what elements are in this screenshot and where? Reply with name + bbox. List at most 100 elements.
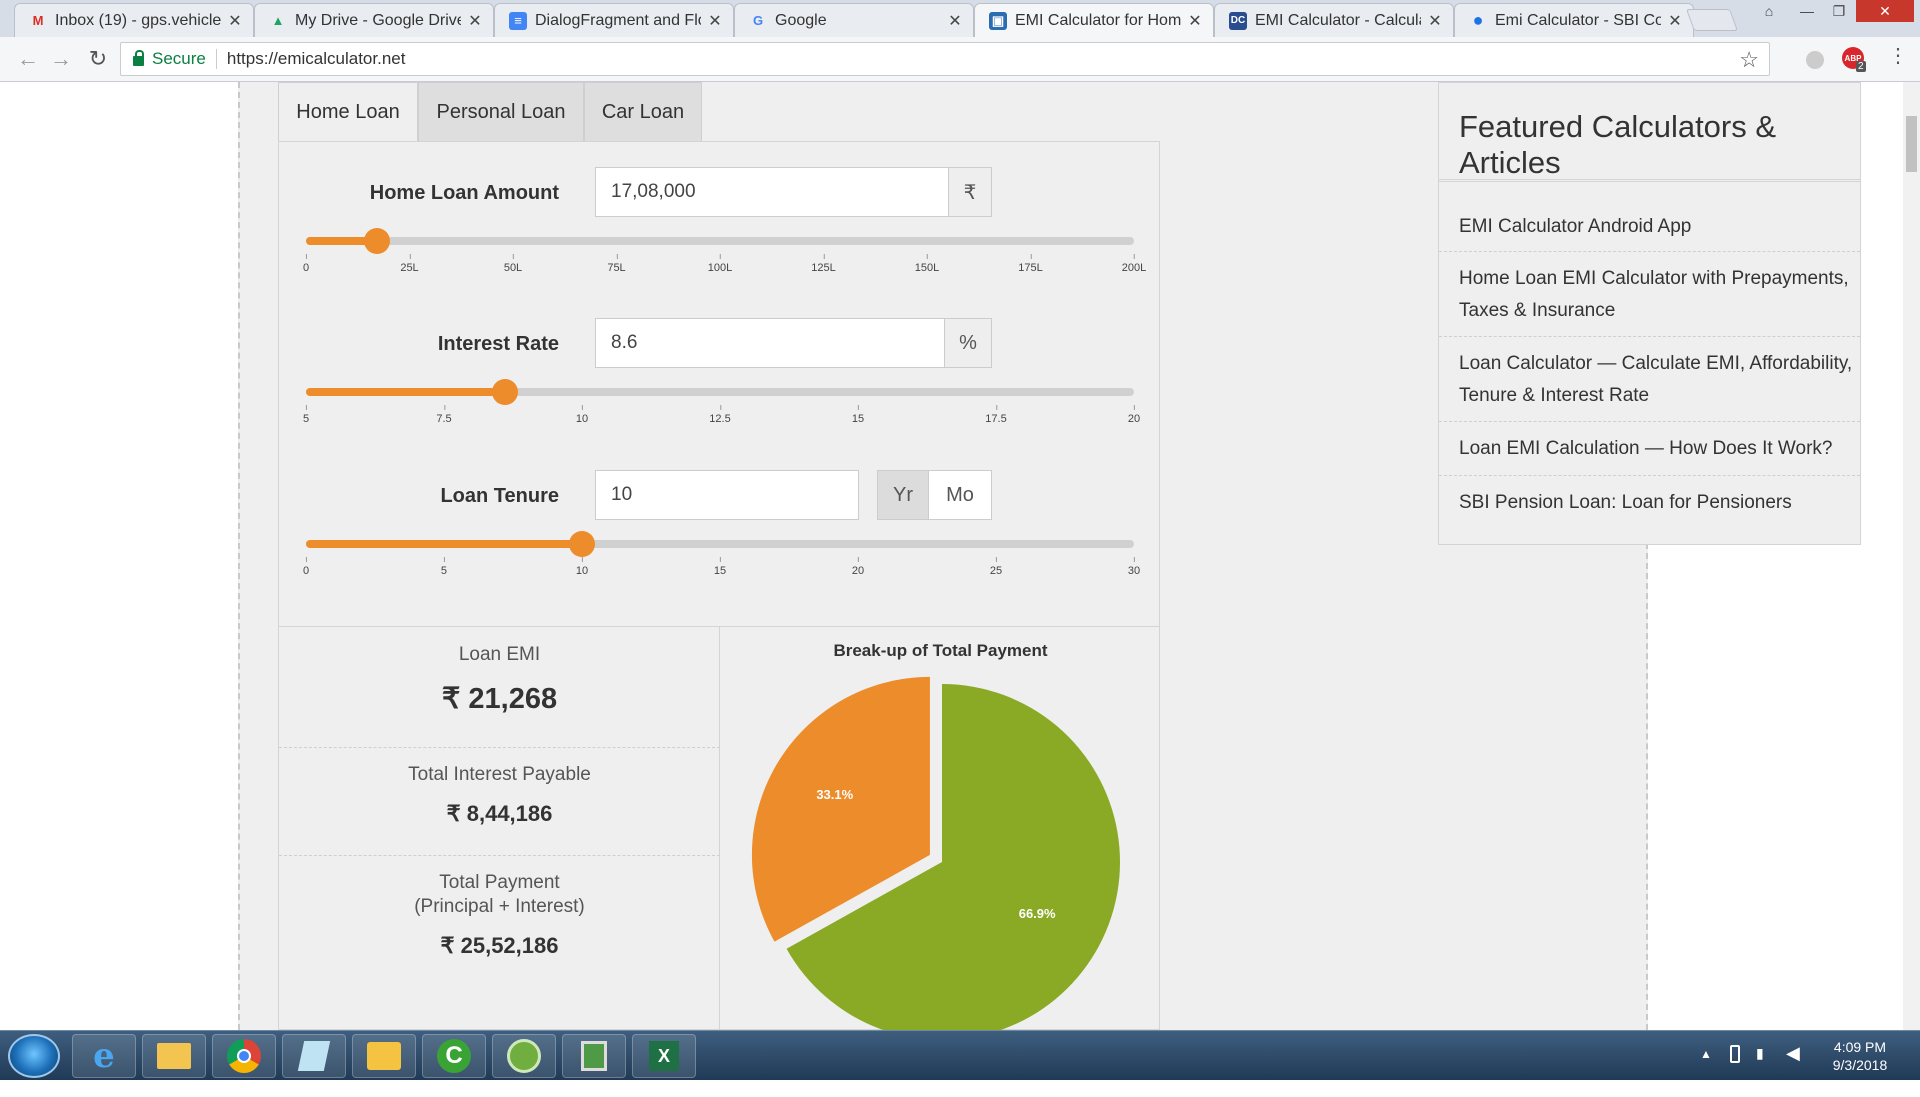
amount-input[interactable]: 17,08,000 [595,167,949,217]
tick-label: 30 [1127,557,1141,577]
tick-label: 5 [302,405,310,425]
tab-home-loan[interactable]: Home Loan [278,82,418,142]
bookmark-star-icon[interactable]: ☆ [1739,47,1759,73]
slider-handle[interactable] [568,531,595,557]
network-icon[interactable]: ▮ [1756,1045,1764,1095]
rupee-addon: ₹ [948,167,992,217]
close-icon[interactable]: ✕ [1187,11,1203,31]
tick-label: 25 [989,557,1003,577]
amount-label: Home Loan Amount [369,182,559,204]
tenure-input[interactable]: 10 [595,470,859,520]
years-toggle[interactable]: Yr [877,470,929,520]
system-clock[interactable]: 4:09 PM 9/3/2018 [1815,1038,1905,1074]
tray-show-hidden-icon[interactable]: ▲ [1700,1047,1712,1097]
tick-label: 0 [302,557,310,577]
emi-box: Loan EMI ₹ 21,268 [279,643,720,716]
tab-title: My Drive - Google Drive [295,11,461,29]
browser-tab-google-drive[interactable]: ▲ My Drive - Google Drive ✕ [254,3,494,37]
docs-icon: ≡ [509,11,527,30]
scrollbar-thumb[interactable] [1906,116,1917,172]
browser-tab-google[interactable]: G Google ✕ [734,3,974,37]
rate-input[interactable]: 8.6 [595,318,945,368]
slider-fill [306,540,582,548]
payment-pie-chart: 66.9% 33.1% [751,676,1120,1030]
sidebar-link-sbi-pension[interactable]: SBI Pension Loan: Loan for Pensioners [1459,487,1854,519]
tab-title: Emi Calculator - SBI Corp [1495,11,1661,29]
tick-label: 0 [302,254,310,274]
close-icon[interactable]: ✕ [227,11,243,31]
url-text: https://emicalculator.net [226,49,406,68]
new-tab-button[interactable] [1685,9,1739,31]
file-explorer-icon[interactable] [142,1034,206,1078]
browser-tab-gmail[interactable]: M Inbox (19) - gps.vehicles ✕ [14,3,254,37]
sidebar-link-emi-calculation[interactable]: Loan EMI Calculation — How Does It Work? [1459,433,1854,465]
profile-icon[interactable]: ⌂ [1754,0,1784,22]
emicalculator-icon: ▣ [989,11,1007,30]
start-button[interactable] [8,1034,60,1078]
tab-car-loan[interactable]: Car Loan [584,82,702,142]
menu-icon[interactable]: ⋮ [1888,43,1908,68]
divider [1439,179,1860,182]
tick-label: 10 [575,557,589,577]
browser-tab-emi-calculator[interactable]: ▣ EMI Calculator for Home ✕ [974,3,1214,37]
reload-button[interactable]: ↻ [84,45,112,73]
minimize-button[interactable]: — [1792,0,1822,22]
sidebar-link-android-app[interactable]: EMI Calculator Android App [1459,211,1854,243]
slider-handle[interactable] [491,379,518,405]
close-icon[interactable]: ✕ [947,11,963,31]
amount-slider[interactable] [306,228,1134,254]
forward-button[interactable]: → [47,45,75,73]
close-icon[interactable]: ✕ [1427,11,1443,31]
close-icon[interactable]: ✕ [707,11,723,31]
close-icon[interactable]: ✕ [1667,11,1683,31]
tick-label: 20 [851,557,865,577]
tenure-slider[interactable] [306,531,1134,557]
volume-icon[interactable]: ◀ [1786,1043,1800,1093]
browser-tab-docs[interactable]: ≡ DialogFragment and Flo ✕ [494,3,734,37]
amount-ticks: 0 25L 50L 75L 100L 125L 150L 175L 200L [302,254,1146,276]
android-studio-icon[interactable] [492,1034,556,1078]
chrome-icon[interactable] [212,1034,276,1078]
rate-slider[interactable] [306,379,1134,405]
sidebar-link-loan-calculator[interactable]: Loan Calculator — Calculate EMI, Afforda… [1459,348,1854,412]
maximize-button[interactable]: ❐ [1824,0,1854,22]
ccleaner-icon[interactable]: C [422,1034,486,1078]
tab-personal-loan[interactable]: Personal Loan [418,82,584,142]
percent-addon: % [944,318,992,368]
back-button[interactable]: ← [14,45,42,73]
excel-icon[interactable]: X [632,1034,696,1078]
total-payment-box: Total Payment (Principal + Interest) ₹ 2… [279,871,720,959]
tick-label: 50L [503,254,523,274]
months-toggle[interactable]: Mo [928,470,992,520]
address-bar[interactable]: Secure https://emicalculator.net ☆ [120,42,1770,76]
interest-label: Total Interest Payable [408,764,591,785]
internet-explorer-icon[interactable]: e [72,1034,136,1078]
tick-label: 100L [707,254,733,274]
pie-slice-label: 33.1% [816,787,853,802]
notepad-icon[interactable] [282,1034,346,1078]
outlook-icon[interactable] [352,1034,416,1078]
emi-value: ₹ 21,268 [441,683,558,715]
close-window-button[interactable]: ✕ [1856,0,1914,22]
sidebar-link-home-loan-emi[interactable]: Home Loan EMI Calculator with Prepayment… [1459,263,1854,327]
tick-label: 15 [713,557,727,577]
divider [215,49,217,69]
emi-label: Loan EMI [458,644,541,665]
slider-handle[interactable] [363,228,390,254]
usb-icon[interactable] [1730,1045,1740,1063]
divider [279,855,720,856]
chart-title: Break-up of Total Payment [833,641,1048,660]
clock-date: 9/3/2018 [1832,1057,1888,1073]
tick-label: 125L [811,254,836,274]
browser-tab-sbi[interactable]: ● Emi Calculator - SBI Corp ✕ [1454,3,1694,37]
rate-label: Interest Rate [437,333,559,355]
tick-label: 7.5 [436,405,452,425]
close-icon[interactable]: ✕ [467,11,483,31]
page-viewport: Home Loan Personal Loan Car Loan Home Lo… [0,82,1920,1030]
browser-tab-dc-emi[interactable]: DC EMI Calculator - Calculat ✕ [1214,3,1454,37]
page-scrollbar[interactable] [1903,82,1920,1030]
extension-badge: 2 [1856,61,1866,72]
extension-icon[interactable] [1806,51,1824,69]
windows-store-icon[interactable] [562,1034,626,1078]
divider [1439,251,1860,252]
